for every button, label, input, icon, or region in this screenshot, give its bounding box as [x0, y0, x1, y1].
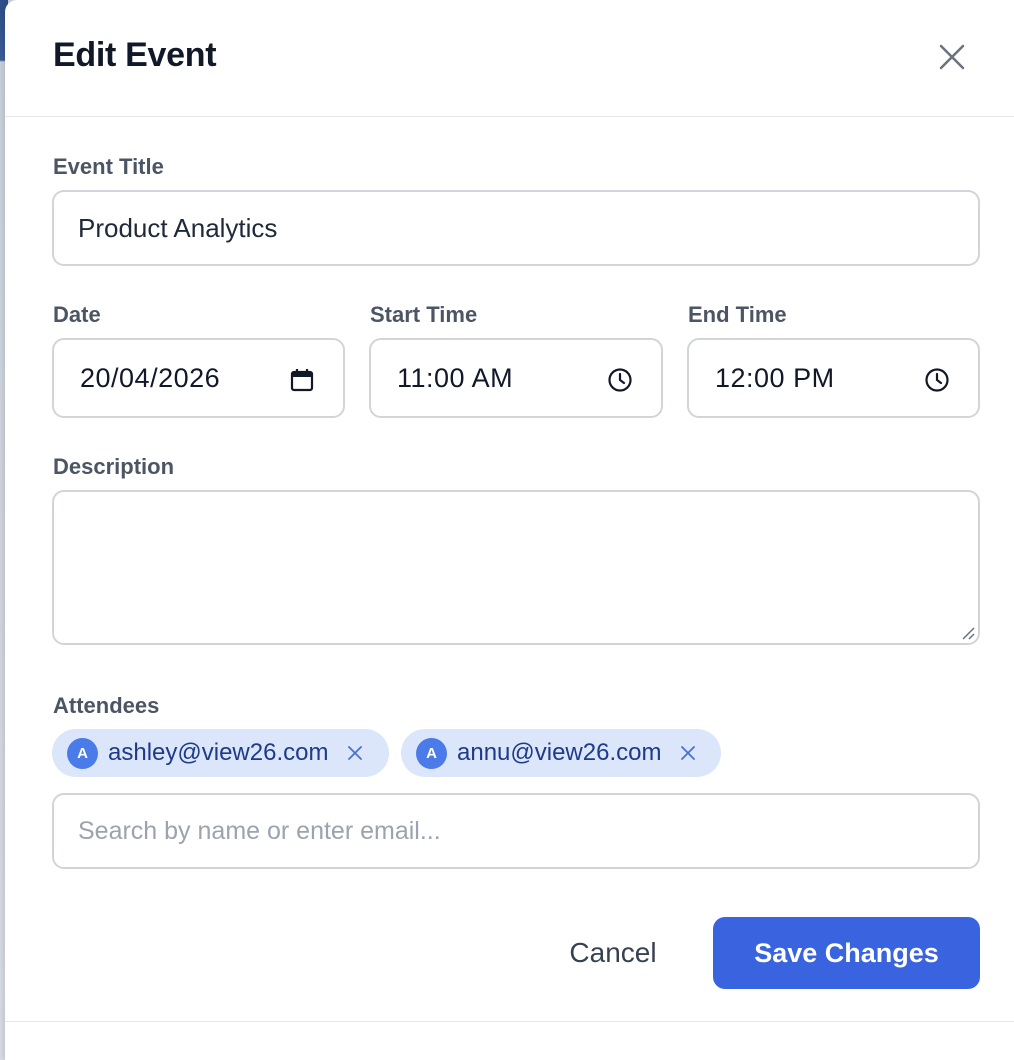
save-changes-button[interactable]: Save Changes: [713, 917, 980, 989]
clock-icon[interactable]: [924, 367, 950, 393]
description-textarea[interactable]: [52, 490, 980, 645]
cancel-button[interactable]: Cancel: [553, 918, 673, 988]
event-title-value: Product Analytics: [78, 212, 278, 243]
modal-header: Edit Event: [5, 0, 1014, 117]
start-time-value: 11:00 AM: [397, 362, 514, 393]
end-time-value: 12:00 PM: [715, 362, 835, 393]
start-time-input[interactable]: 11:00 AM: [369, 338, 663, 418]
footer-divider: [5, 1021, 1014, 1022]
date-label: Date: [53, 302, 101, 327]
remove-attendee-button[interactable]: [346, 744, 364, 762]
end-time-label: End Time: [688, 302, 787, 327]
remove-attendee-button[interactable]: [679, 744, 697, 762]
event-title-input[interactable]: Product Analytics: [52, 190, 980, 266]
close-icon: [681, 746, 696, 760]
date-value: 20/04/2026: [80, 362, 221, 393]
avatar: A: [416, 737, 447, 769]
attendees-label: Attendees: [53, 693, 160, 718]
clock-icon[interactable]: [607, 367, 633, 393]
modal-title: Edit Event: [53, 36, 217, 74]
attendee-search-input[interactable]: Search by name or enter email...: [52, 793, 980, 869]
description-label: Description: [53, 454, 175, 479]
event-title-label: Event Title: [53, 154, 164, 179]
date-input[interactable]: 20/04/2026: [52, 338, 345, 418]
attendee-search-placeholder: Search by name or enter email...: [78, 816, 441, 845]
close-icon: [348, 746, 363, 760]
start-time-label: Start Time: [370, 302, 478, 327]
close-button[interactable]: [933, 38, 971, 76]
attendee-chip: A ashley@view26.com: [52, 729, 389, 777]
close-icon: [939, 44, 965, 70]
avatar: A: [67, 737, 98, 769]
attendee-chip: A annu@view26.com: [401, 729, 721, 777]
calendar-icon[interactable]: [289, 367, 315, 393]
edit-event-modal: Edit Event Event Title Product Analytics…: [5, 0, 1014, 1060]
resize-handle-icon[interactable]: [959, 624, 975, 640]
attendee-email: ashley@view26.com: [108, 739, 329, 766]
end-time-input[interactable]: 12:00 PM: [687, 338, 980, 418]
attendee-email: annu@view26.com: [457, 739, 662, 766]
